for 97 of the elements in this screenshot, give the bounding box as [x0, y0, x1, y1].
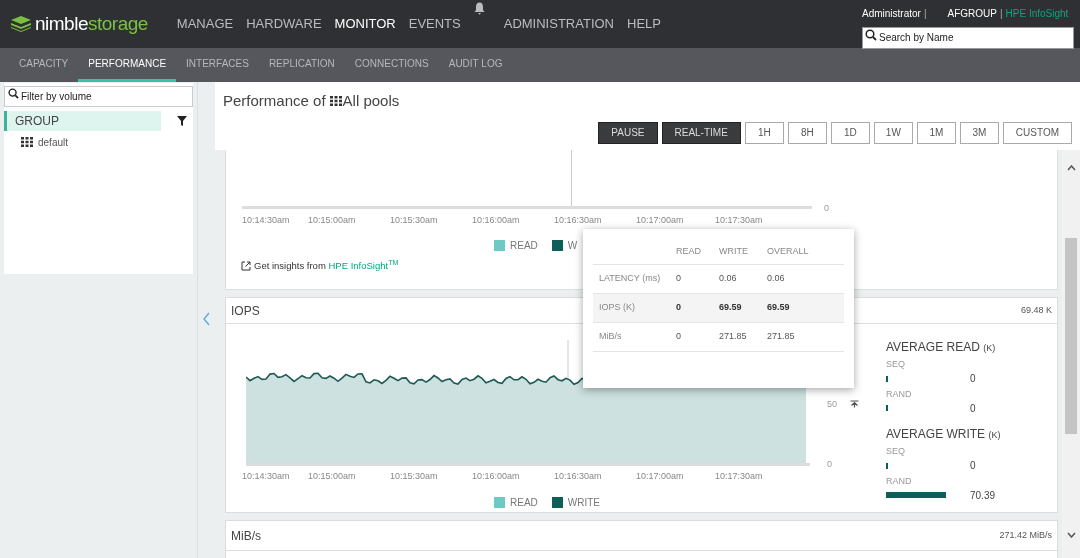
panel-total: 69.48 K: [1020, 303, 1052, 317]
table-cell-text: 0: [676, 330, 682, 344]
axis-label: 10:17:00am: [636, 214, 684, 227]
axis-label: 10:16:30am: [554, 214, 602, 227]
nav-item[interactable]: MONITOR: [334, 14, 396, 34]
column-header: OVERALL: [767, 244, 810, 258]
time-range-button[interactable]: CUSTOM: [1002, 121, 1072, 144]
hover-line: [571, 150, 572, 207]
group-name: AFGROUP: [947, 7, 997, 21]
time-range-button[interactable]: 1M: [916, 121, 956, 144]
external-link-icon[interactable]: [241, 261, 251, 272]
column-header: READ: [676, 244, 702, 258]
axis-label: 10:14:30am: [242, 470, 290, 483]
grid-icon: [329, 96, 342, 107]
row-label: LATENCY (ms): [598, 272, 662, 286]
separator: |: [999, 7, 1003, 21]
user-name[interactable]: Administrator: [862, 6, 921, 21]
scroll-down-icon[interactable]: [1067, 532, 1076, 538]
infosight-link[interactable]: HPE InfoSight: [1005, 6, 1069, 21]
nav-item[interactable]: HARDWARE: [246, 14, 322, 34]
insight-text: Get insights from HPE InfoSight$^{TM}$: [254, 259, 399, 273]
stat-value: 0: [970, 401, 976, 416]
row-label: IOPS (K): [598, 301, 636, 315]
axis-label: 10:15:30am: [390, 470, 438, 483]
axis-label: 10:17:00am: [636, 470, 684, 483]
stat-heading: AVERAGE READ (K): [886, 339, 997, 356]
scroll-top-icon: [850, 400, 859, 408]
stat-label: RAND: [886, 387, 913, 401]
scrollbar-thumb[interactable]: [1065, 238, 1077, 434]
panel-title: IOPS: [231, 302, 260, 320]
row-label: MiB/s: [598, 330, 623, 344]
logo-icon: [10, 16, 32, 32]
time-range-button[interactable]: REAL-TIME: [661, 121, 741, 144]
legend-label: W: [567, 239, 578, 253]
tree-item[interactable]: default: [38, 134, 69, 150]
axis-label: 50: [827, 398, 837, 411]
time-range-button[interactable]: 1D: [830, 121, 870, 144]
table-cell-text: 271.85: [719, 330, 748, 344]
stat-value: 0: [970, 372, 976, 386]
axis-label: 10:15:30am: [390, 214, 438, 227]
axis-label: 10:16:00am: [472, 214, 520, 227]
time-range-button[interactable]: 8H: [787, 121, 827, 144]
subnav-tab[interactable]: AUDIT LOG: [438, 48, 513, 82]
stat-label: RAND: [886, 474, 913, 488]
axis-label: 10:17:30am: [715, 214, 763, 227]
table-cell-text: 69.59: [719, 301, 743, 315]
stat-heading: AVERAGE WRITE (K): [886, 426, 1002, 443]
nav-item[interactable]: MANAGE: [176, 14, 234, 34]
legend-label: READ: [510, 496, 538, 510]
column-header: WRITE: [719, 244, 749, 258]
axis-label: 10:16:30am: [554, 470, 602, 483]
scope-name[interactable]: All pools: [342, 90, 400, 113]
time-range-button[interactable]: 1H: [744, 121, 784, 144]
panel-total: 271.42 MiB/s: [999, 528, 1052, 542]
scrollbar[interactable]: [1062, 150, 1080, 558]
axis-label: 0: [827, 458, 832, 471]
time-range-button[interactable]: PAUSE: [598, 121, 658, 144]
subnav-tab[interactable]: INTERFACES: [176, 48, 259, 82]
bell-icon[interactable]: [473, 2, 485, 16]
nav-item[interactable]: ADMINISTRATION: [503, 14, 614, 34]
table-cell-text: 0: [676, 272, 682, 286]
nav-item[interactable]: HELP: [627, 14, 661, 34]
table-cell-text: 69.59: [767, 301, 791, 315]
table-cell-text: 271.85: [767, 330, 796, 344]
search-icon: [8, 88, 19, 99]
group-item[interactable]: GROUP: [4, 111, 161, 131]
subnav-tab[interactable]: REPLICATION: [258, 48, 345, 82]
axis-label: 10:14:30am: [242, 214, 290, 227]
axis-label: 0: [824, 202, 829, 215]
separator: |: [923, 7, 927, 21]
legend-label: READ: [510, 239, 538, 253]
logo: nimblestorage: [10, 9, 148, 39]
stat-value: 70.39: [970, 488, 996, 503]
table-cell-text: 0.06: [719, 272, 738, 286]
filter-field[interactable]: Filter by volume: [4, 86, 193, 107]
time-range-button[interactable]: 3M: [959, 121, 999, 144]
subnav-tab[interactable]: CONNECTIONS: [344, 48, 439, 82]
page-title: Performance of: [223, 91, 326, 111]
nav-item[interactable]: EVENTS: [408, 14, 461, 34]
axis-label: 10:17:30am: [715, 470, 763, 483]
filter-icon[interactable]: [177, 116, 187, 126]
search-field[interactable]: Search by Name: [862, 26, 1074, 49]
grid-icon: [21, 137, 33, 147]
table-cell-text: 0: [676, 301, 682, 315]
panel-title: MiB/s: [231, 527, 261, 545]
subnav-tab[interactable]: CAPACITY: [9, 48, 79, 82]
stat-label: SEQ: [886, 358, 906, 371]
table-cell-text: 0.06: [767, 272, 786, 286]
axis-label: 10:15:00am: [308, 470, 356, 483]
scroll-up-icon[interactable]: [1067, 165, 1076, 171]
time-range-button[interactable]: 1W: [873, 121, 913, 144]
axis-label: 10:16:00am: [472, 470, 520, 483]
legend-label: WRITE: [567, 496, 600, 510]
axis-label: 10:15:00am: [308, 214, 356, 227]
stat-label: SEQ: [886, 445, 906, 458]
stat-value: 0: [970, 459, 976, 473]
search-icon: [865, 29, 877, 41]
